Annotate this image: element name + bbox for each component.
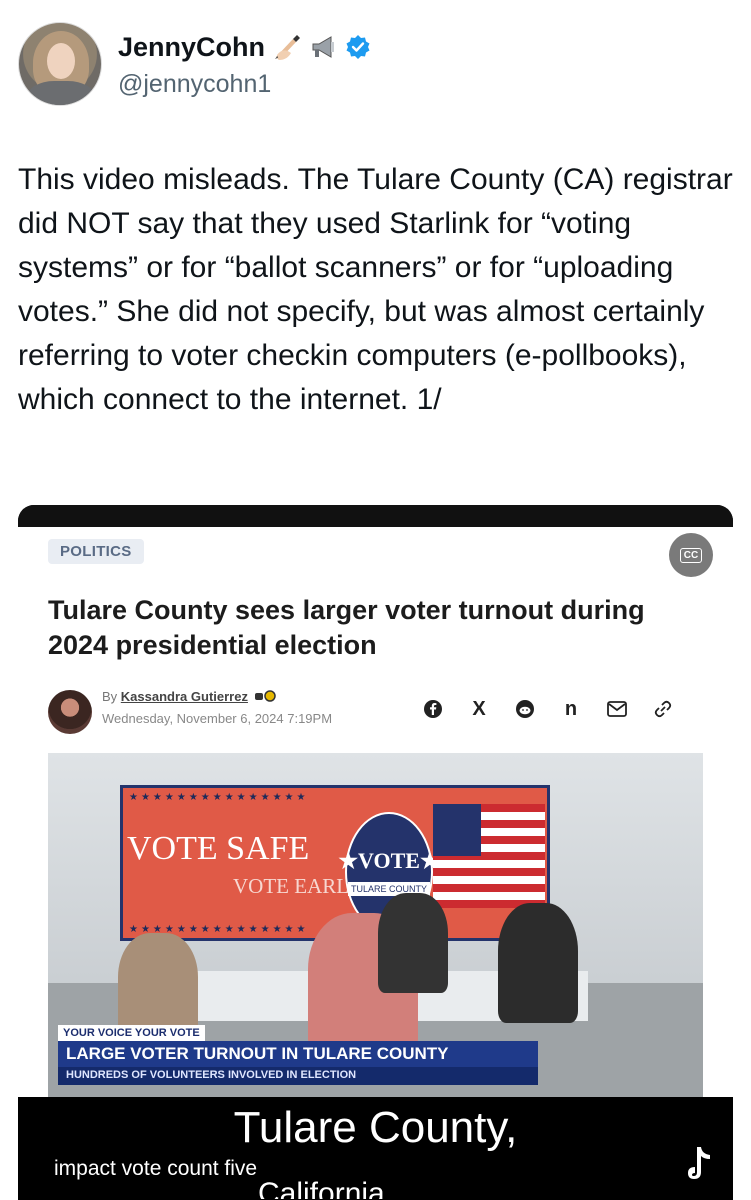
lower-third-tag: YOUR VOICE YOUR VOTE [58, 1025, 205, 1041]
closed-captions-button[interactable]: CC [669, 533, 713, 577]
reddit-icon [502, 695, 548, 723]
avatar-shirt [27, 81, 95, 105]
us-flag [433, 804, 545, 908]
news-lower-third: YOUR VOICE YOUR VOTE LARGE VOTER TURNOUT… [48, 1025, 703, 1097]
podcast-icon [254, 690, 276, 702]
cc-label: CC [679, 547, 703, 563]
display-name[interactable]: JennyCohn [118, 32, 265, 63]
writing-hand-icon [275, 35, 301, 60]
facebook-icon [410, 695, 456, 723]
handle[interactable]: @jennycohn1 [118, 70, 271, 99]
publish-date: Wednesday, November 6, 2024 7:19PM [102, 711, 333, 726]
link-icon [640, 695, 686, 723]
banner-vote-safe: VOTE SAFE [127, 830, 310, 867]
banner-vote-early: VOTE EARLY [233, 874, 363, 898]
video-caption-cut: California [258, 1179, 385, 1199]
email-icon [594, 695, 640, 723]
tweet-text: This video misleads. The Tulare County (… [18, 163, 733, 416]
volunteer-person [378, 893, 448, 993]
share-bar: X n [410, 695, 710, 723]
volunteer-person [498, 903, 578, 1023]
megaphone-icon [312, 36, 335, 58]
byline: By Kassandra Gutierrez [102, 689, 277, 704]
article-headline: Tulare County sees larger voter turnout … [48, 595, 645, 660]
tiktok-icon [688, 1147, 710, 1179]
verified-icon [346, 35, 370, 59]
media-card[interactable]: POLITICS CC Tulare County sees larger vo… [18, 505, 733, 1200]
lower-third-subhead: HUNDREDS OF VOLUNTEERS INVOLVED IN ELECT… [58, 1067, 538, 1085]
video-caption-small: impact vote count five [54, 1157, 258, 1180]
nextdoor-icon: n [564, 697, 578, 720]
seal-vote: ★VOTE★ [338, 848, 440, 873]
article-screenshot: POLITICS CC Tulare County sees larger vo… [18, 527, 733, 1097]
avatar[interactable] [18, 22, 102, 106]
author-link: Kassandra Gutierrez [120, 689, 248, 704]
avatar-face [47, 43, 75, 79]
tweet-header: JennyCohn @jennycohn1 [18, 20, 733, 110]
author-avatar [48, 690, 92, 734]
byline-prefix: By [102, 689, 118, 704]
name-row: JennyCohn [118, 30, 371, 64]
x-icon: X [472, 697, 486, 720]
lower-third-headline: LARGE VOTER TURNOUT IN TULARE COUNTY [58, 1041, 538, 1067]
banner-stars-top: ★★★★★★★★★★★★★★★ [129, 792, 309, 803]
flag-canton [433, 804, 481, 856]
category-tag: POLITICS [48, 539, 144, 564]
video-caption-main: Tulare County, [233, 1103, 518, 1152]
